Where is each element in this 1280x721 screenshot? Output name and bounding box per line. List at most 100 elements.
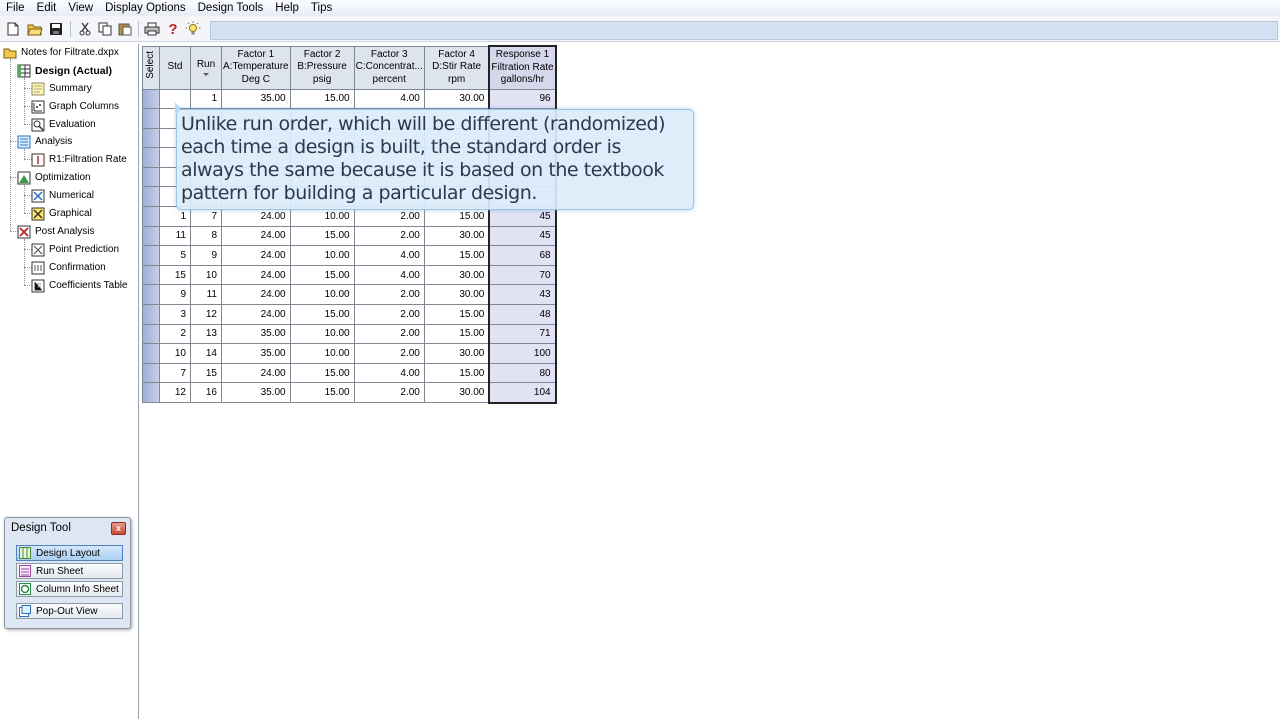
temperature-cell[interactable]: 24.00 <box>221 245 291 266</box>
tree-item-optimization[interactable]: Optimization <box>17 169 91 186</box>
stir-rate-cell[interactable]: 30.00 <box>423 284 490 306</box>
pressure-cell[interactable]: 15.00 <box>289 362 355 384</box>
pressure-cell[interactable]: 15.00 <box>289 225 355 247</box>
stir-rate-cell[interactable]: 15.00 <box>423 362 490 384</box>
row-select-cell[interactable] <box>142 264 160 286</box>
pressure-cell[interactable]: 15.00 <box>289 264 355 286</box>
run-cell[interactable]: 13 <box>190 323 222 345</box>
temperature-cell[interactable]: 35.00 <box>221 382 291 403</box>
pressure-cell[interactable]: 10.00 <box>289 245 355 266</box>
temperature-cell[interactable]: 35.00 <box>221 88 291 110</box>
std-cell[interactable]: 15 <box>159 264 191 286</box>
temperature-cell[interactable]: 35.00 <box>221 323 291 345</box>
pressure-cell[interactable]: 15.00 <box>289 382 355 403</box>
row-select-cell[interactable] <box>142 127 160 149</box>
concentration-cell[interactable]: 4.00 <box>353 88 425 110</box>
stir-rate-cell[interactable]: 30.00 <box>423 88 490 110</box>
concentration-cell[interactable]: 2.00 <box>353 225 425 247</box>
stir-rate-cell[interactable]: 30.00 <box>423 225 490 247</box>
row-select-cell[interactable] <box>142 108 160 129</box>
paste-icon[interactable] <box>116 20 134 38</box>
stir-rate-cell[interactable]: 30.00 <box>423 264 490 286</box>
tree-item-numerical[interactable]: Numerical <box>31 187 94 204</box>
temperature-cell[interactable]: 24.00 <box>221 225 291 247</box>
concentration-cell[interactable]: 2.00 <box>353 304 425 325</box>
copy-icon[interactable] <box>96 20 114 38</box>
menu-file[interactable]: File <box>0 1 31 16</box>
row-select-cell[interactable] <box>142 166 160 188</box>
run-cell[interactable]: 11 <box>190 284 222 306</box>
stir-rate-cell[interactable]: 15.00 <box>423 323 490 345</box>
row-select-cell[interactable] <box>142 304 160 325</box>
row-select-cell[interactable] <box>142 362 160 384</box>
concentration-cell[interactable]: 4.00 <box>353 245 425 266</box>
run-cell[interactable]: 16 <box>190 382 222 403</box>
std-cell[interactable]: 12 <box>159 382 191 403</box>
row-select-cell[interactable] <box>142 186 160 208</box>
header-run[interactable]: Run <box>190 45 222 90</box>
std-cell[interactable]: 5 <box>159 245 191 266</box>
header-factor-1[interactable]: Factor 1 A:Temperature Deg C <box>221 45 291 90</box>
row-select-cell[interactable] <box>142 343 160 364</box>
filtration-rate-cell[interactable]: 100 <box>488 343 557 364</box>
std-cell[interactable]: 7 <box>159 362 191 384</box>
std-cell[interactable]: 3 <box>159 304 191 325</box>
help-icon[interactable]: ? <box>164 20 182 38</box>
filtration-rate-cell[interactable]: 70 <box>488 264 557 286</box>
header-factor-2[interactable]: Factor 2 B:Pressure psig <box>289 45 355 90</box>
stir-rate-cell[interactable]: 15.00 <box>423 245 490 266</box>
concentration-cell[interactable]: 2.00 <box>353 382 425 403</box>
header-select[interactable]: Select <box>142 45 160 90</box>
run-cell[interactable]: 12 <box>190 304 222 325</box>
filtration-rate-cell[interactable]: 68 <box>488 245 557 266</box>
filtration-rate-cell[interactable]: 104 <box>488 382 557 404</box>
menu-help[interactable]: Help <box>269 1 305 16</box>
run-cell[interactable]: 9 <box>190 245 222 266</box>
std-cell[interactable]: 2 <box>159 323 191 345</box>
std-cell[interactable]: 10 <box>159 343 191 364</box>
row-select-cell[interactable] <box>142 147 160 168</box>
save-icon[interactable] <box>47 20 65 38</box>
run-cell[interactable]: 1 <box>190 88 222 110</box>
pressure-cell[interactable]: 15.00 <box>289 88 355 110</box>
menu-tips[interactable]: Tips <box>305 1 338 16</box>
new-file-icon[interactable] <box>4 20 22 38</box>
filtration-rate-cell[interactable]: 43 <box>488 284 557 306</box>
run-cell[interactable]: 15 <box>190 362 222 384</box>
open-folder-icon[interactable] <box>26 20 44 38</box>
row-select-cell[interactable] <box>142 245 160 266</box>
stir-rate-cell[interactable]: 30.00 <box>423 382 490 403</box>
pressure-cell[interactable]: 10.00 <box>289 323 355 345</box>
menu-display-options[interactable]: Display Options <box>99 1 192 16</box>
row-select-cell[interactable] <box>142 284 160 306</box>
menu-edit[interactable]: Edit <box>31 1 63 16</box>
std-cell[interactable]: 11 <box>159 225 191 247</box>
filtration-rate-cell[interactable]: 71 <box>488 323 557 345</box>
column-info-sheet-button[interactable]: Column Info Sheet <box>16 581 123 597</box>
stir-rate-cell[interactable]: 15.00 <box>423 304 490 325</box>
header-response-1[interactable]: Response 1 Filtration Rate gallons/hr <box>488 45 557 90</box>
filtration-rate-cell[interactable]: 45 <box>488 225 557 247</box>
temperature-cell[interactable]: 35.00 <box>221 343 291 364</box>
concentration-cell[interactable]: 2.00 <box>353 284 425 306</box>
temperature-cell[interactable]: 24.00 <box>221 264 291 286</box>
run-cell[interactable]: 8 <box>190 225 222 247</box>
row-select-cell[interactable] <box>142 382 160 403</box>
tree-item-evaluation[interactable]: Evaluation <box>31 116 96 133</box>
row-select-cell[interactable] <box>142 225 160 247</box>
concentration-cell[interactable]: 2.00 <box>353 343 425 364</box>
tree-item-analysis[interactable]: Analysis <box>17 133 72 150</box>
row-select-cell[interactable] <box>142 206 160 227</box>
filtration-rate-cell[interactable]: 48 <box>488 304 557 325</box>
tree-item-graphical[interactable]: Graphical <box>31 205 92 222</box>
filtration-rate-cell[interactable]: 80 <box>488 362 557 384</box>
header-factor-3[interactable]: Factor 3 C:Concentrat... percent <box>353 45 425 90</box>
concentration-cell[interactable]: 2.00 <box>353 323 425 345</box>
tree-item-graph-columns[interactable]: Graph Columns <box>31 98 119 115</box>
pressure-cell[interactable]: 10.00 <box>289 284 355 306</box>
concentration-cell[interactable]: 4.00 <box>353 264 425 286</box>
tree-item-summary[interactable]: Summary <box>31 80 92 97</box>
pop-out-view-button[interactable]: Pop-Out View <box>16 603 123 619</box>
header-std[interactable]: Std <box>159 45 191 90</box>
tree-root[interactable]: Notes for Filtrate.dxpx <box>3 44 119 61</box>
